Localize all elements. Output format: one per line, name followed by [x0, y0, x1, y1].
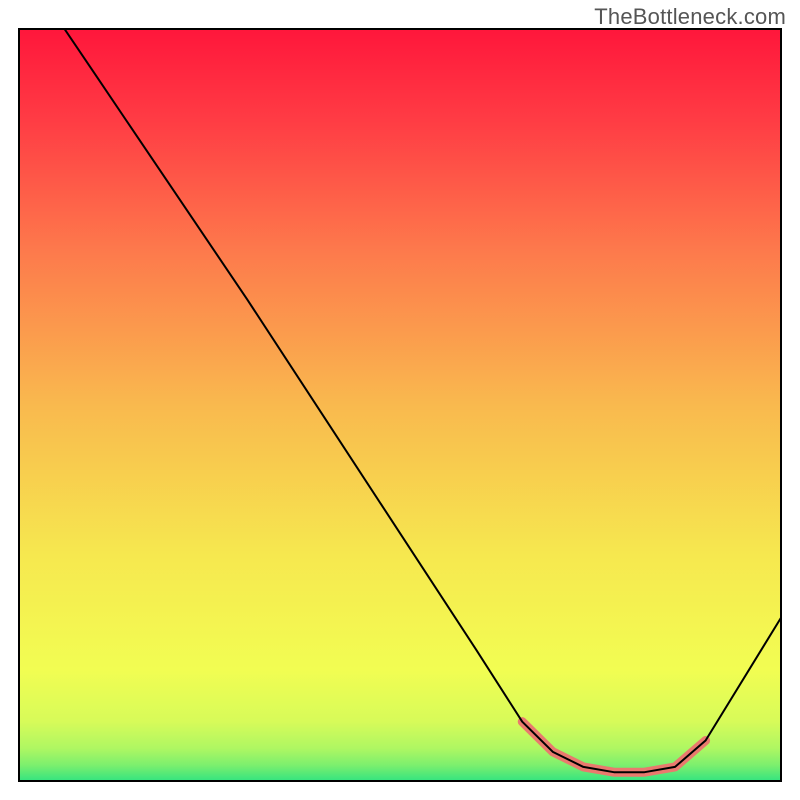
- bottleneck-curve: [64, 28, 782, 772]
- plot-area: [18, 28, 782, 782]
- chart-container: TheBottleneck.com: [0, 0, 800, 800]
- watermark-text: TheBottleneck.com: [594, 4, 786, 30]
- chart-curve-layer: [18, 28, 782, 782]
